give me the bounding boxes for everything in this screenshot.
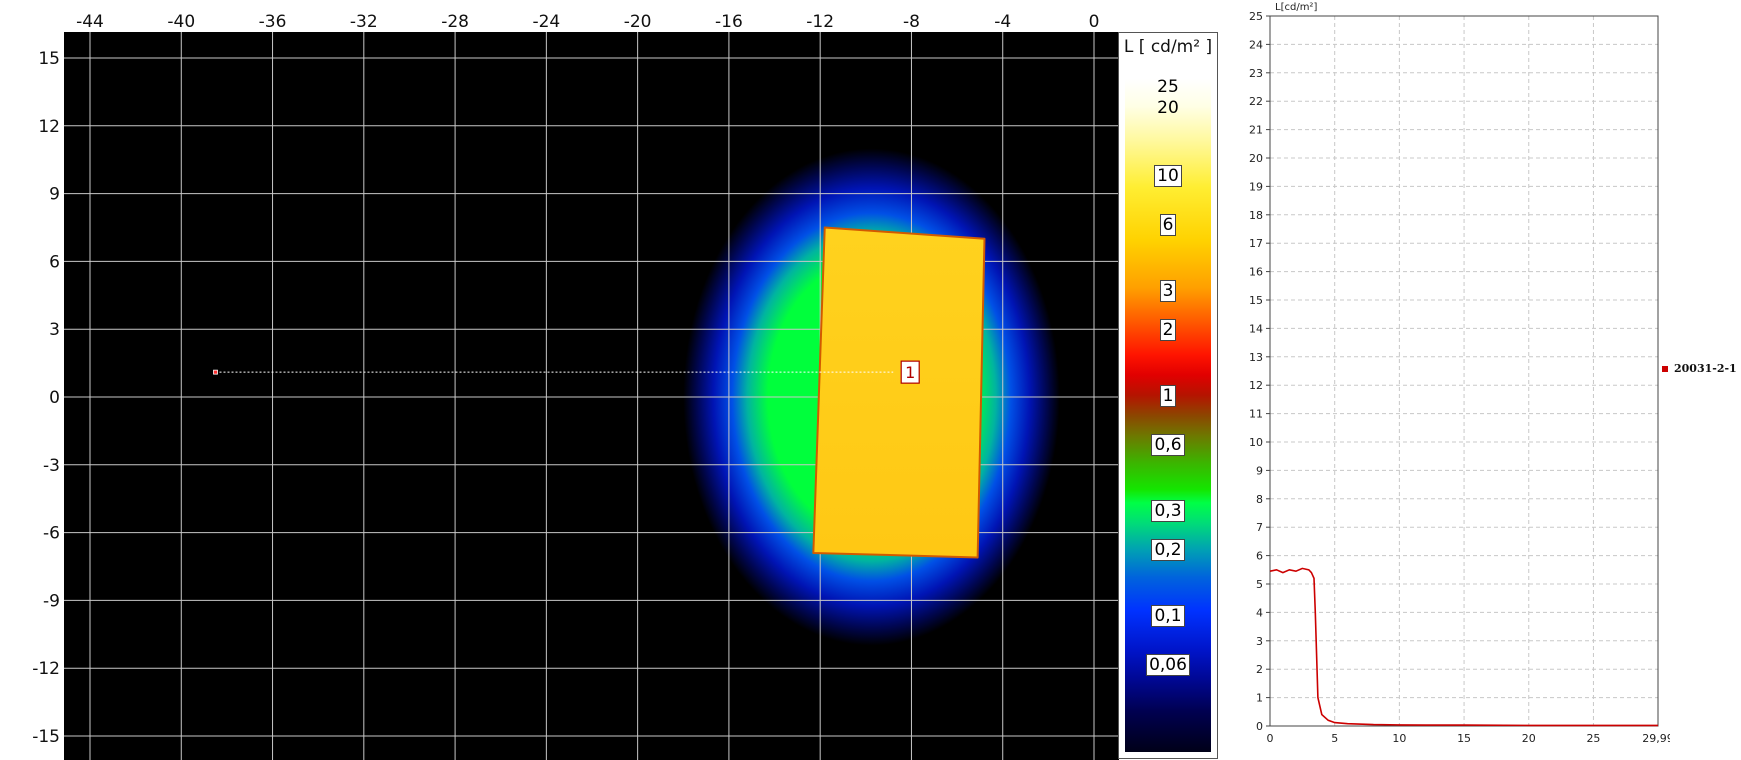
- scale-label: 2: [1119, 319, 1217, 341]
- profile-y-tick-label: 23: [1249, 67, 1263, 80]
- profile-y-tick-label: 15: [1249, 294, 1263, 307]
- y-tick-label: 15: [38, 49, 60, 69]
- x-tick-label: -16: [715, 12, 743, 32]
- profile-x-tick-label: 0: [1267, 732, 1274, 745]
- profile-y-tick-label: 1: [1256, 692, 1263, 705]
- luminance-profile-chart: 2524232221201918171615141312111098765432…: [1249, 2, 1670, 745]
- scale-label-text: 0,6: [1151, 434, 1185, 456]
- profile-y-tick-label: 22: [1249, 95, 1263, 108]
- lit-region: [812, 226, 986, 559]
- y-tick-label: 9: [49, 185, 60, 205]
- y-tick-label: 0: [49, 388, 60, 408]
- luminance-image: 1 -44 -40 -36 -32 -28 -24 -20 -16 -12 -8 -4 0 15129…: [32, 12, 1119, 760]
- scale-label-text: 0,06: [1146, 654, 1190, 676]
- profile-y-tick-label: 10: [1249, 436, 1263, 449]
- profile-y-tick-label: 21: [1249, 124, 1263, 137]
- y-tick-label: 3: [49, 320, 60, 340]
- profile-y-tick-label: 14: [1249, 322, 1263, 335]
- scale-label: 0,6: [1119, 434, 1217, 456]
- y-tick-label: 12: [38, 117, 60, 137]
- scale-label: 6: [1119, 214, 1217, 236]
- scale-label: 20: [1119, 98, 1217, 118]
- scale-label-text: 2: [1159, 319, 1177, 341]
- x-tick-label: -44: [76, 12, 104, 32]
- x-tick-label: -12: [806, 12, 834, 32]
- x-tick-label: -8: [903, 12, 920, 32]
- scale-label: 0,06: [1119, 654, 1217, 676]
- profile-x-tick-label: 20: [1522, 732, 1536, 745]
- profile-y-tick-label: 0: [1256, 720, 1263, 733]
- y-tick-label: -15: [32, 727, 60, 747]
- scale-label: 25: [1119, 77, 1217, 97]
- profile-x-tick-label: 15: [1457, 732, 1471, 745]
- measurement-start-point: [213, 369, 218, 375]
- profile-y-tick-label: 8: [1256, 493, 1263, 506]
- profile-y-tick-label: 5: [1256, 578, 1263, 591]
- scale-label: 3: [1119, 280, 1217, 302]
- scale-label-text: 6: [1159, 214, 1177, 236]
- scale-label-text: 20: [1157, 98, 1179, 118]
- profile-y-tick-label: 13: [1249, 351, 1263, 364]
- y-tick-label: -9: [43, 591, 60, 611]
- profile-y-tick-label: 16: [1249, 266, 1263, 279]
- scale-label-text: 0,2: [1151, 539, 1185, 561]
- profile-y-tick-label: 11: [1249, 408, 1263, 421]
- profile-x-tick-label: 25: [1586, 732, 1600, 745]
- scale-label-text: 0,3: [1151, 500, 1185, 522]
- scale-label-text: 10: [1154, 165, 1182, 187]
- x-tick-label: -24: [532, 12, 560, 32]
- profile-y-tick-label: 7: [1256, 521, 1263, 534]
- scale-label: 1: [1119, 385, 1217, 407]
- profile-y-tick-label: 2: [1256, 663, 1263, 676]
- x-tick-label: -40: [167, 12, 195, 32]
- y-tick-label: -3: [43, 456, 60, 476]
- legend-series-name: 20031-2-1: [1674, 362, 1737, 375]
- profile-x-tick-label: 10: [1392, 732, 1406, 745]
- profile-y-axis-label: L[cd/m²]: [1275, 2, 1317, 13]
- scale-label-text: 3: [1159, 280, 1177, 302]
- profile-legend: 20031-2-1: [1662, 362, 1737, 375]
- scale-label: 10: [1119, 165, 1217, 187]
- y-tick-label: 6: [49, 252, 60, 272]
- profile-y-tick-label: 25: [1249, 10, 1263, 23]
- x-tick-label: -28: [441, 12, 469, 32]
- profile-y-tick-label: 18: [1249, 209, 1263, 222]
- profile-x-tick-label: 29,99: [1642, 732, 1670, 745]
- scale-label: 0,1: [1119, 605, 1217, 627]
- profile-y-tick-label: 6: [1256, 550, 1263, 563]
- scale-title: L [ cd/m² ]: [1123, 37, 1213, 57]
- scale-label-text: 25: [1157, 77, 1179, 97]
- x-tick-label: -4: [994, 12, 1011, 32]
- scale-label-text: 0,1: [1151, 605, 1185, 627]
- scale-label: 0,3: [1119, 500, 1217, 522]
- x-tick-label: -20: [624, 12, 652, 32]
- scale-label: 0,2: [1119, 539, 1217, 561]
- legend-swatch: [1662, 366, 1668, 372]
- scale-label-text: 1: [1159, 385, 1177, 407]
- profile-y-tick-label: 12: [1249, 379, 1263, 392]
- profile-y-tick-label: 24: [1249, 38, 1263, 51]
- profile-y-tick-label: 20: [1249, 152, 1263, 165]
- y-tick-label: -12: [32, 659, 60, 679]
- x-tick-label: -32: [350, 12, 378, 32]
- luminance-image-panel: 1 -44 -40 -36 -32 -28 -24 -20 -16 -12 -8 -4 0 15 12 9…: [0, 0, 1120, 760]
- measurement-marker-label: 1: [905, 363, 915, 382]
- profile-y-tick-label: 17: [1249, 237, 1263, 250]
- x-tick-label: -36: [259, 12, 287, 32]
- y-tick-label: -6: [43, 524, 60, 544]
- profile-y-tick-label: 3: [1256, 635, 1263, 648]
- profile-y-tick-label: 19: [1249, 180, 1263, 193]
- x-tick-label: 0: [1089, 12, 1100, 32]
- color-scale: L [ cd/m² ] 25 20 10 6 3 2 1 0,6 0,3 0,2 0,1 0,06: [1118, 32, 1218, 759]
- profile-y-tick-label: 4: [1256, 606, 1263, 619]
- profile-y-tick-label: 9: [1256, 464, 1263, 477]
- profile-x-tick-label: 5: [1331, 732, 1338, 745]
